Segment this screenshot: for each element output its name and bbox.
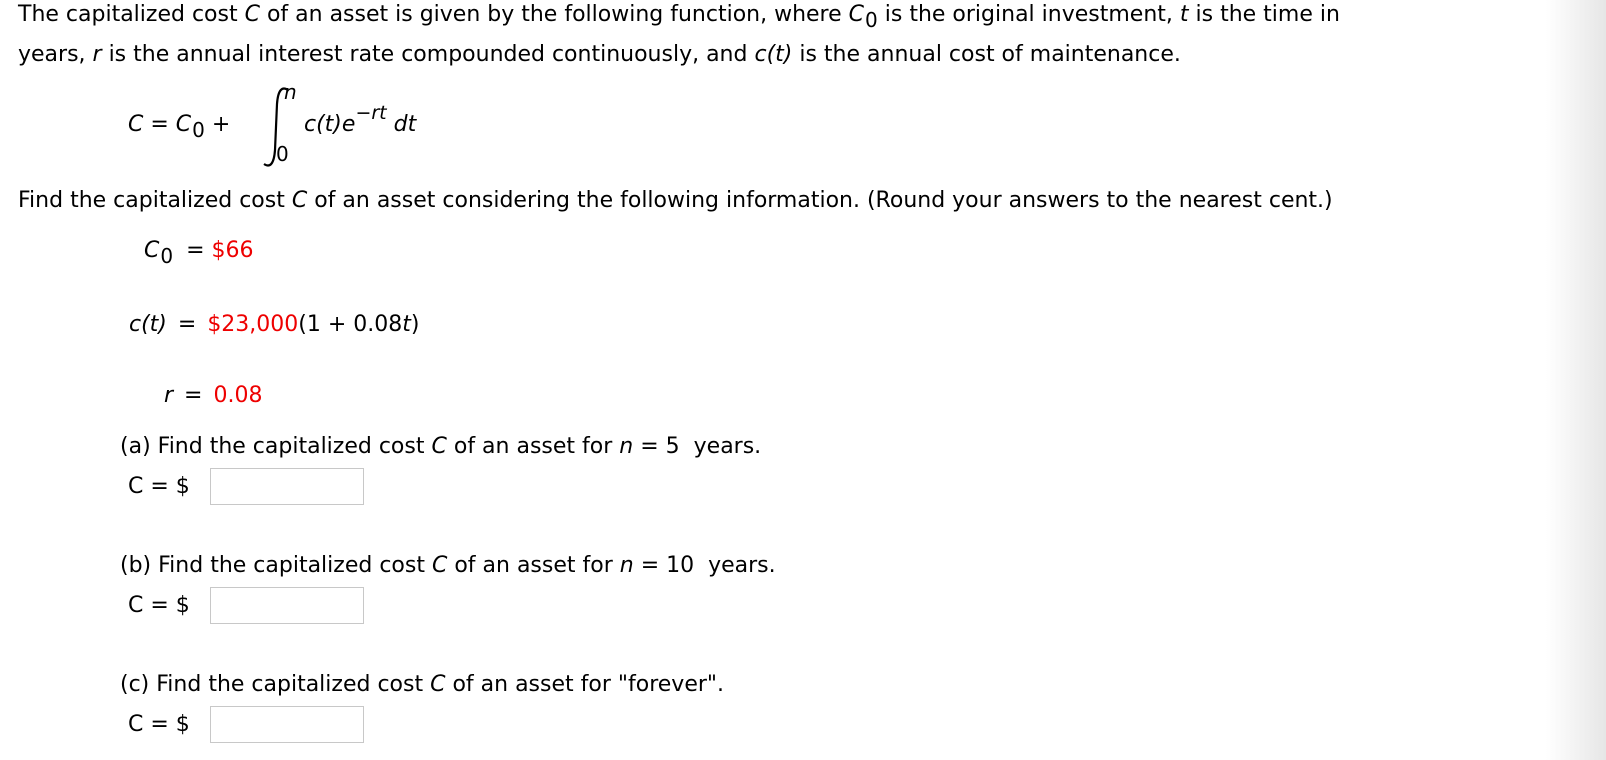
given-r-label: r [164, 383, 174, 408]
given-r: r = 0.08 [164, 383, 262, 408]
instruction-text: of an asset considering the following in… [307, 188, 1333, 213]
intro-text: years, [18, 42, 93, 67]
intro-line-2: years, r is the annual interest rate com… [18, 42, 1181, 67]
plus-sign: + [204, 112, 231, 137]
intro-line-1: The capitalized cost C of an asset is gi… [18, 2, 1340, 32]
given-C0: C0 = $66 [144, 238, 254, 268]
right-edge-shadow [1546, 0, 1606, 760]
var-n: n [619, 553, 634, 578]
var-C: C [244, 2, 260, 27]
var-r: r [92, 42, 102, 67]
var-C: C [431, 434, 447, 459]
integrand: c(t)e−rt dt [304, 102, 417, 137]
part-b-answer-label: C = $ [128, 593, 190, 618]
part-c-answer-label: C = $ [128, 712, 190, 737]
part-c-answer-input[interactable] [210, 706, 364, 743]
formula-lhs: C = C0 + [128, 112, 231, 142]
intro-text: is the time in [1188, 2, 1340, 27]
part-a-question: (a) Find the capitalized cost C of an as… [120, 434, 761, 459]
given-ct-label: c(t) [129, 312, 167, 337]
part-c-question: (c) Find the capitalized cost C of an as… [120, 672, 724, 697]
given-ct-expression: ) [410, 312, 420, 337]
question-text: of an asset for [447, 553, 620, 578]
intro-text: is the original investment, [884, 2, 1180, 27]
var-C: C [291, 188, 308, 213]
formula-C0: C [175, 112, 192, 137]
given-C0-label: C [144, 238, 160, 263]
instruction-text: Find the capitalized cost [18, 188, 292, 213]
given-r-value: 0.08 [213, 383, 263, 408]
intro-text: is the annual cost of maintenance. [799, 42, 1181, 67]
intro-text: is the annual interest rate compounded c… [101, 42, 755, 67]
intro-text: of an asset is given by the following fu… [259, 2, 849, 27]
subscript: 0 [865, 8, 878, 32]
integral-lower-limit: 0 [276, 142, 289, 166]
question-text: (c) Find the capitalized cost [120, 672, 431, 697]
subscript: 0 [192, 118, 205, 142]
equals-sign: = [179, 238, 212, 263]
exponent: −rt [355, 102, 387, 124]
question-text: of an asset for "forever". [445, 672, 725, 697]
given-ct: c(t) = $23,000(1 + 0.08t) [129, 312, 420, 337]
formula-C: C = [128, 112, 176, 137]
var-t: t [402, 312, 411, 337]
var-n: n [619, 434, 634, 459]
var-ct: c(t) [754, 42, 793, 67]
given-C0-value: $66 [211, 238, 254, 263]
part-b-answer-input[interactable] [210, 587, 364, 624]
intro-text: The capitalized cost [18, 2, 245, 27]
part-b-question: (b) Find the capitalized cost C of an as… [120, 553, 776, 578]
question-text: (a) Find the capitalized cost [120, 434, 432, 459]
question-text: of an asset for [446, 434, 620, 459]
integrand-text: c(t)e [304, 112, 356, 137]
given-ct-expression: (1 + 0.08 [298, 312, 403, 337]
differential: dt [386, 112, 417, 137]
integral-upper-limit: n [284, 80, 297, 104]
var-C: C [430, 672, 446, 697]
question-text: = 5 years. [633, 434, 762, 459]
equals-sign: = [170, 312, 204, 337]
question-text: (b) Find the capitalized cost [120, 553, 432, 578]
instruction: Find the capitalized cost C of an asset … [18, 188, 1333, 213]
question-text: = 10 years. [633, 553, 776, 578]
var-t: t [1179, 2, 1189, 27]
part-a-answer-label: C = $ [128, 474, 190, 499]
equals-sign: = [177, 383, 210, 408]
var-C: C [431, 553, 448, 578]
given-ct-value: $23,000 [207, 312, 299, 337]
var-C0: C [848, 2, 865, 27]
subscript: 0 [160, 244, 174, 268]
part-a-answer-input[interactable] [210, 468, 364, 505]
